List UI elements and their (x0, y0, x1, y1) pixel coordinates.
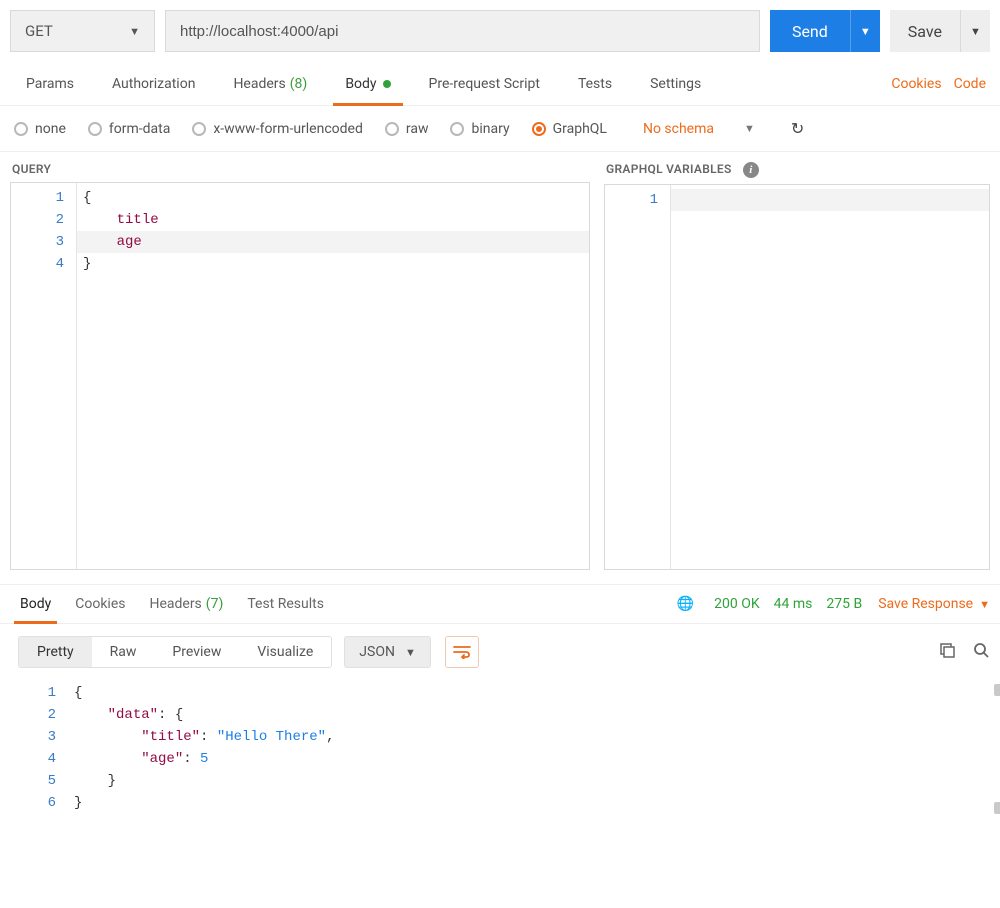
radio-raw[interactable]: raw (385, 121, 429, 137)
tab-body[interactable]: Body (333, 62, 402, 105)
raw-button[interactable]: Raw (92, 637, 155, 667)
radio-icon (192, 122, 206, 136)
response-tab-test-results[interactable]: Test Results (237, 585, 334, 623)
variables-code[interactable] (671, 185, 989, 569)
response-tab-headers[interactable]: Headers(7) (139, 585, 233, 623)
tab-settings[interactable]: Settings (638, 62, 713, 105)
radio-icon (450, 122, 464, 136)
line-gutter: 1 2 3 4 5 6 (10, 678, 68, 908)
response-tab-body[interactable]: Body (10, 585, 61, 623)
radio-icon (14, 122, 28, 136)
line-gutter: 1 2 3 4 (11, 183, 77, 569)
cookies-link[interactable]: Cookies (891, 76, 941, 92)
dot-indicator-icon (383, 80, 391, 88)
variables-label: GRAPHQL VARIABLES i (604, 162, 990, 184)
line-gutter: 1 (605, 185, 671, 569)
response-time: 44 ms (774, 596, 813, 612)
response-body[interactable]: 1 2 3 4 5 6 { "data": { "title": "Hello … (0, 678, 1000, 908)
body-type-radios: none form-data x-www-form-urlencoded raw… (0, 106, 1000, 152)
radio-binary[interactable]: binary (450, 121, 509, 137)
chevron-down-icon[interactable]: ▼ (744, 122, 755, 135)
format-group: Pretty Raw Preview Visualize (18, 636, 332, 668)
schema-select[interactable]: No schema (643, 121, 714, 137)
chevron-down-icon: ▼ (129, 25, 140, 38)
url-input[interactable] (165, 10, 760, 52)
chevron-down-icon: ▼ (970, 25, 981, 38)
tab-headers[interactable]: Headers(8) (221, 62, 319, 105)
send-button[interactable]: Send ▼ (770, 10, 880, 52)
radio-icon (88, 122, 102, 136)
code-link[interactable]: Code (954, 76, 986, 92)
query-code[interactable]: { title age } (77, 183, 589, 569)
status-code: 200 OK (714, 596, 760, 612)
info-icon[interactable]: i (743, 162, 759, 178)
query-editor[interactable]: 1 2 3 4 { title age } (10, 182, 590, 570)
preview-button[interactable]: Preview (154, 637, 239, 667)
query-label: QUERY (10, 162, 590, 182)
radio-icon (385, 122, 399, 136)
radio-urlencoded[interactable]: x-www-form-urlencoded (192, 121, 363, 137)
method-select[interactable]: GET ▼ (10, 10, 155, 52)
radio-form-data[interactable]: form-data (88, 121, 170, 137)
save-button[interactable]: Save ▼ (890, 10, 990, 52)
method-value: GET (25, 22, 53, 40)
chevron-down-icon: ▼ (979, 598, 990, 611)
tab-authorization[interactable]: Authorization (100, 62, 207, 105)
radio-icon (532, 122, 546, 136)
chevron-down-icon: ▼ (405, 646, 416, 659)
scrollbar-thumb[interactable] (994, 802, 1000, 814)
chevron-down-icon: ▼ (860, 25, 871, 38)
save-dropdown[interactable]: ▼ (960, 10, 990, 52)
radio-none[interactable]: none (14, 121, 66, 137)
refresh-icon[interactable]: ↻ (791, 119, 804, 138)
variables-editor[interactable]: 1 (604, 184, 990, 570)
request-tabs: Params Authorization Headers(8) Body Pre… (0, 62, 1000, 106)
wrap-lines-icon[interactable] (445, 636, 479, 668)
tab-prerequest[interactable]: Pre-request Script (417, 62, 552, 105)
globe-icon[interactable]: 🌐 (677, 596, 694, 612)
pretty-button[interactable]: Pretty (19, 637, 92, 667)
scrollbar-thumb[interactable] (994, 684, 1000, 696)
search-icon[interactable] (972, 641, 990, 663)
response-tabs: Body Cookies Headers(7) Test Results 🌐 2… (0, 584, 1000, 624)
radio-graphql[interactable]: GraphQL (532, 121, 607, 137)
visualize-button[interactable]: Visualize (239, 637, 331, 667)
response-size: 275 B (826, 596, 862, 612)
tab-params[interactable]: Params (14, 62, 86, 105)
send-dropdown[interactable]: ▼ (850, 10, 880, 52)
language-select[interactable]: JSON▼ (344, 636, 431, 668)
response-tab-cookies[interactable]: Cookies (65, 585, 135, 623)
response-code: { "data": { "title": "Hello There", "age… (68, 678, 990, 908)
save-response-button[interactable]: Save Response▼ (878, 596, 990, 612)
tab-tests[interactable]: Tests (566, 62, 624, 105)
copy-icon[interactable] (938, 641, 956, 663)
